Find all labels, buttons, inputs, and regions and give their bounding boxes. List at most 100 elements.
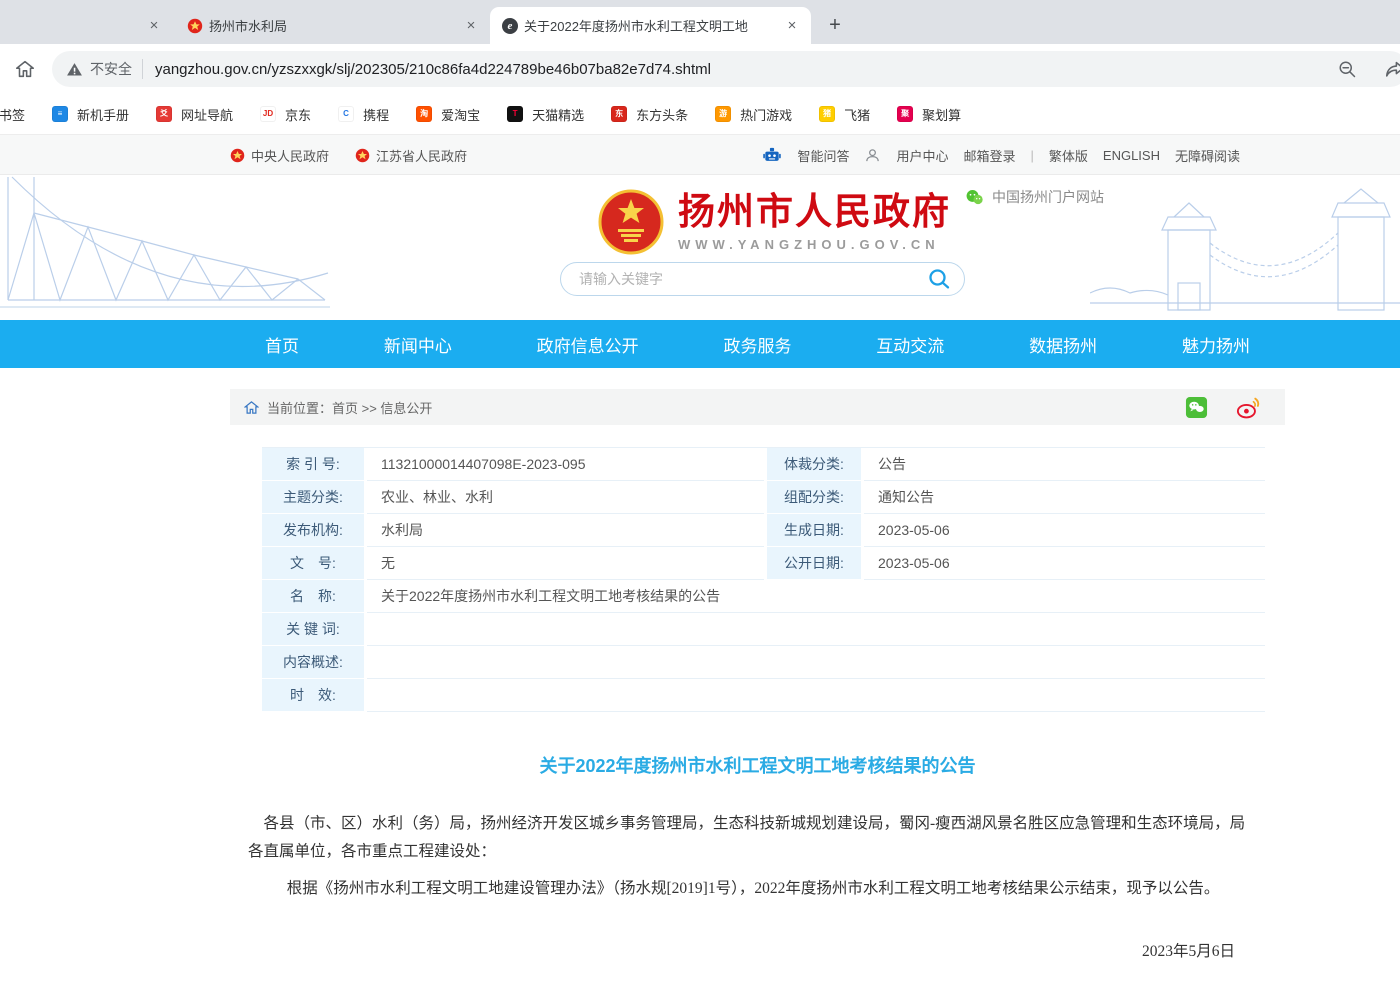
subject-category: 农业、林业、水利 xyxy=(367,481,764,514)
wechat-portal-link[interactable]: 中国扬州门户网站 xyxy=(965,187,1104,207)
document-name: 关于2022年度扬州市水利工程文明工地考核结果的公告 xyxy=(367,580,1265,613)
home-icon xyxy=(244,400,259,415)
nav-item-data[interactable]: 数据扬州 xyxy=(1029,332,1097,357)
central-gov-link[interactable]: 中央人民政府 xyxy=(230,146,329,165)
search-input[interactable] xyxy=(579,271,926,287)
nav-item-home[interactable]: 首页 xyxy=(265,332,299,357)
search-icon[interactable] xyxy=(926,266,952,292)
bookmark-item[interactable]: 东东方头条 xyxy=(611,105,688,124)
tab-close-icon[interactable]: × xyxy=(783,17,801,35)
share-icon[interactable] xyxy=(1382,56,1400,82)
url-omnibox[interactable]: 不安全 yangzhou.gov.cn/yzszxxgk/slj/202305/… xyxy=(52,51,1400,87)
tab-close-icon[interactable]: × xyxy=(145,17,163,35)
jiangsu-gov-link[interactable]: 江苏省人民政府 xyxy=(355,146,467,165)
browser-logo-icon xyxy=(502,18,518,34)
nav-item-interaction[interactable]: 互动交流 xyxy=(876,332,944,357)
bookmark-item[interactable]: JD京东 xyxy=(260,105,311,124)
article-paragraph: 各县（市、区）水利（务）局，扬州经济开发区城乡事务管理局，生态科技新城规划建设局… xyxy=(248,810,1247,866)
article-date: 2023年5月6日 xyxy=(230,939,1285,961)
tab-previous[interactable]: × xyxy=(0,7,175,44)
user-icon xyxy=(864,147,881,164)
tab-yangzhou-water-bureau[interactable]: 扬州市水利局 × xyxy=(175,7,490,44)
meta-row: 发布机构: 水利局 生成日期: 2023-05-06 xyxy=(262,514,1265,547)
index-number: 11321000014407098E-2023-095 xyxy=(367,448,764,481)
gov-emblem-favicon xyxy=(187,18,203,34)
mail-login-link[interactable]: 邮箱登录 xyxy=(963,146,1015,165)
bookmark-item[interactable]: 淘爱淘宝 xyxy=(416,105,480,124)
zoom-out-icon[interactable] xyxy=(1334,56,1360,82)
jd-icon: JD xyxy=(260,106,276,122)
nav-item-news[interactable]: 新闻中心 xyxy=(384,332,452,357)
article-title: 关于2022年度扬州市水利工程文明工地考核结果的公告 xyxy=(230,752,1285,778)
meta-row: 文 号: 无 公开日期: 2023-05-06 xyxy=(262,547,1265,580)
tab-close-icon[interactable]: × xyxy=(462,17,480,35)
meta-row: 名 称: 关于2022年度扬州市水利工程文明工地考核结果的公告 xyxy=(262,580,1265,613)
bookmark-item[interactable]: 猪飞猪 xyxy=(819,105,870,124)
weibo-share-icon[interactable] xyxy=(1236,395,1261,420)
site-title: 扬州市人民政府 xyxy=(678,192,951,233)
bookmark-item[interactable]: 游热门游戏 xyxy=(715,105,792,124)
breadcrumb-bar: 当前位置：首页 >> 信息公开 xyxy=(230,389,1285,425)
games-icon: 游 xyxy=(715,106,731,122)
smart-qa-link[interactable]: 智能问答 xyxy=(797,146,849,165)
validity xyxy=(367,679,1265,712)
breadcrumb-path[interactable]: 当前位置：首页 >> 信息公开 xyxy=(267,398,432,417)
wechat-share-icon[interactable] xyxy=(1185,396,1208,419)
bridge-artwork-right xyxy=(1090,175,1400,320)
site-utility-bar: 中央人民政府 江苏省人民政府 智能问答 用户中心 邮箱登录 | 繁体版 ENGL… xyxy=(0,135,1400,175)
national-emblem-icon xyxy=(598,189,664,255)
traditional-chinese-link[interactable]: 繁体版 xyxy=(1049,146,1088,165)
toutiao-icon: 东 xyxy=(611,106,627,122)
bookmark-item[interactable]: C携程 xyxy=(338,105,389,124)
document-meta-table: 索 引 号: 11321000014407098E-2023-095 体裁分类:… xyxy=(262,447,1265,712)
site-logo[interactable]: 扬州市人民政府 WWW.YANGZHOU.GOV.CN xyxy=(598,189,951,255)
accessibility-link[interactable]: 无障碍阅读 xyxy=(1175,146,1240,165)
article-paragraph: 根据《扬州市水利工程文明工地建设管理办法》（扬水规[2019]1号），2022年… xyxy=(248,875,1247,903)
tab-active-announcement[interactable]: 关于2022年度扬州市水利工程文明工地 × xyxy=(490,7,811,44)
juhuasuan-icon: 聚 xyxy=(897,106,913,122)
meta-row: 内容概述: xyxy=(262,646,1265,679)
english-link[interactable]: ENGLISH xyxy=(1103,148,1160,163)
bookmark-item[interactable]: ≡新机手册 xyxy=(52,105,129,124)
nav-item-charm[interactable]: 魅力扬州 xyxy=(1182,332,1250,357)
manual-icon: ≡ xyxy=(52,106,68,122)
gov-emblem-icon xyxy=(355,148,370,163)
bookmark-item[interactable]: 机书签 xyxy=(0,105,25,124)
nav-item-info-disclosure[interactable]: 政府信息公开 xyxy=(537,332,639,357)
tab-title: 扬州市水利局 xyxy=(209,16,456,35)
generation-date: 2023-05-06 xyxy=(864,514,1265,547)
bookmark-item[interactable]: 爻网址导航 xyxy=(156,105,233,124)
publication-date: 2023-05-06 xyxy=(864,547,1265,580)
tab-title: 关于2022年度扬州市水利工程文明工地 xyxy=(524,16,777,35)
new-tab-button[interactable]: + xyxy=(821,11,849,39)
taobao-icon: 淘 xyxy=(416,106,432,122)
main-navigation: 首页 新闻中心 政府信息公开 政务服务 互动交流 数据扬州 魅力扬州 xyxy=(0,320,1400,368)
nav-site-icon: 爻 xyxy=(156,106,172,122)
security-warning-icon[interactable] xyxy=(66,61,83,78)
site-domain: WWW.YANGZHOU.GOV.CN xyxy=(678,237,951,252)
url-text[interactable]: yangzhou.gov.cn/yzszxxgk/slj/202305/210c… xyxy=(155,61,1326,78)
security-label[interactable]: 不安全 xyxy=(90,59,132,79)
bookmark-item[interactable]: 聚聚划算 xyxy=(897,105,961,124)
publishing-agency: 水利局 xyxy=(367,514,764,547)
home-icon[interactable] xyxy=(12,56,38,82)
ctrip-icon: C xyxy=(338,106,354,122)
tmall-icon: T xyxy=(507,106,523,122)
bookmark-item[interactable]: T天猫精选 xyxy=(507,105,584,124)
robot-icon xyxy=(762,145,782,165)
group-category: 通知公告 xyxy=(864,481,1265,514)
wechat-icon xyxy=(965,188,984,207)
site-banner: 扬州市人民政府 WWW.YANGZHOU.GOV.CN 中国扬州门户网站 xyxy=(0,175,1400,320)
main-content: 当前位置：首页 >> 信息公开 索 引 号: 11321000014407098… xyxy=(230,389,1285,997)
genre-category: 公告 xyxy=(864,448,1265,481)
bookmarks-bar: 机书签 ≡新机手册 爻网址导航 JD京东 C携程 淘爱淘宝 T天猫精选 东东方头… xyxy=(0,94,1400,135)
nav-item-services[interactable]: 政务服务 xyxy=(723,332,791,357)
meta-row: 主题分类: 农业、林业、水利 组配分类: 通知公告 xyxy=(262,481,1265,514)
meta-row: 索 引 号: 11321000014407098E-2023-095 体裁分类:… xyxy=(262,448,1265,481)
omnibox-divider xyxy=(142,59,143,79)
document-number: 无 xyxy=(367,547,764,580)
site-search-box xyxy=(560,262,965,296)
user-center-link[interactable]: 用户中心 xyxy=(896,146,948,165)
gov-emblem-icon xyxy=(230,148,245,163)
browser-tab-strip: × 扬州市水利局 × 关于2022年度扬州市水利工程文明工地 × + xyxy=(0,0,1400,44)
